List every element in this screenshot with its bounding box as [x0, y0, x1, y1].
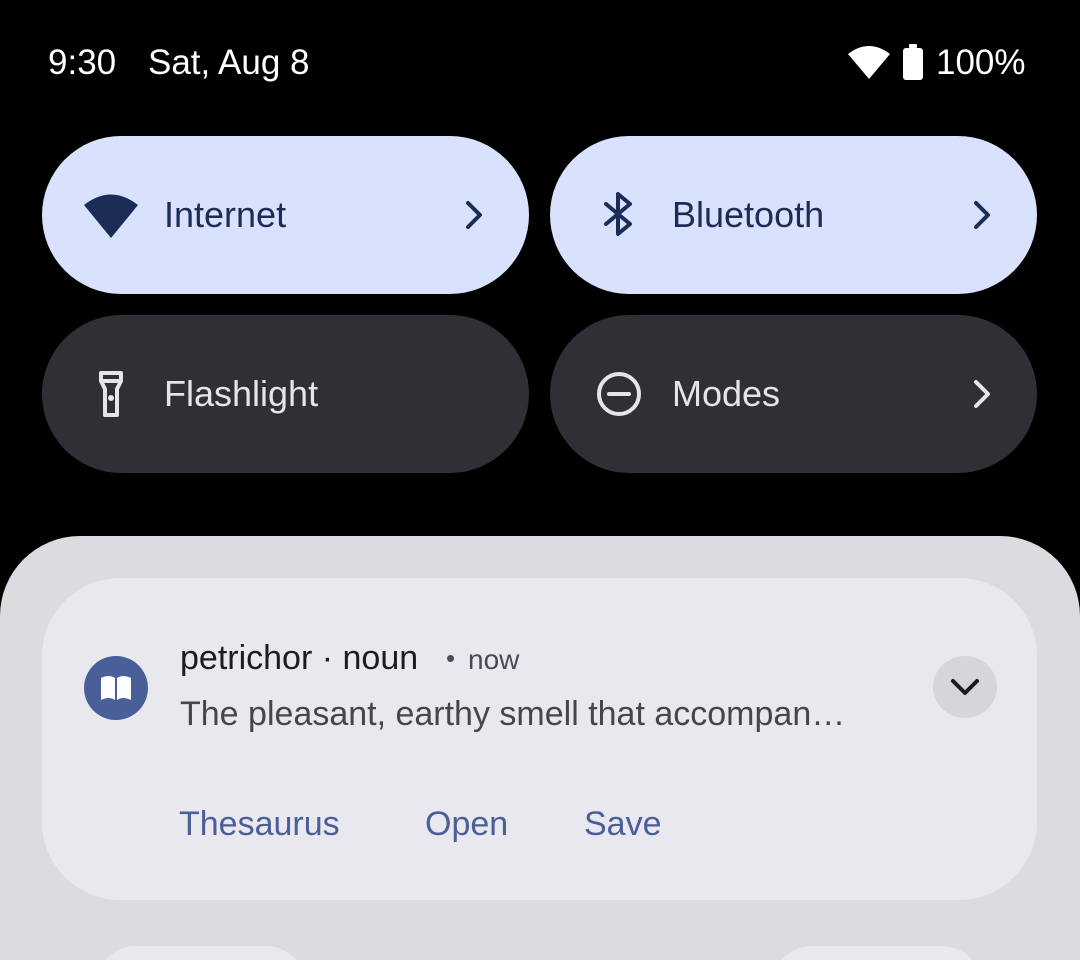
flashlight-tile-label: Flashlight: [164, 373, 319, 414]
battery-percentage: 100%: [936, 43, 1026, 82]
next-card-edge: [772, 946, 982, 960]
next-card-edge: [96, 946, 306, 960]
notification-separator: •: [446, 643, 456, 673]
status-date: Sat, Aug 8: [148, 43, 310, 82]
book-icon: [84, 656, 148, 720]
notification-body: The pleasant, earthy smell that accompan…: [180, 695, 846, 733]
status-time: 9:30: [48, 43, 117, 82]
internet-tile-label: Internet: [164, 194, 287, 235]
modes-tile-label: Modes: [672, 373, 781, 414]
notification-time: now: [468, 644, 520, 675]
chevron-right-icon: [466, 201, 482, 229]
expand-button[interactable]: [933, 656, 997, 718]
status-bar: 9:30 Sat, Aug 8 100%: [0, 0, 1080, 128]
wifi-icon: [848, 46, 890, 79]
chevron-right-icon: [974, 201, 990, 229]
notification-title: petrichor · noun: [180, 639, 419, 677]
chevron-down-icon: [951, 679, 979, 695]
internet-tile[interactable]: Internet: [42, 136, 529, 294]
do-not-disturb-icon: [597, 372, 641, 416]
open-action-button[interactable]: Open: [425, 802, 508, 846]
bluetooth-icon: [604, 192, 632, 236]
modes-tile[interactable]: Modes: [550, 315, 1037, 473]
battery-icon: [903, 44, 923, 80]
bluetooth-tile-label: Bluetooth: [672, 194, 825, 235]
save-action-button[interactable]: Save: [584, 802, 662, 846]
notification-card[interactable]: [42, 578, 1037, 900]
thesaurus-action-button[interactable]: Thesaurus: [179, 802, 340, 846]
bluetooth-tile[interactable]: Bluetooth: [550, 136, 1037, 294]
wifi-icon: [84, 194, 138, 238]
flashlight-tile[interactable]: Flashlight: [42, 315, 529, 473]
notification-shade-screen: 9:30 Sat, Aug 8 100% Internet Bluetooth: [0, 0, 1080, 960]
chevron-right-icon: [974, 380, 990, 408]
flashlight-icon: [99, 371, 123, 417]
